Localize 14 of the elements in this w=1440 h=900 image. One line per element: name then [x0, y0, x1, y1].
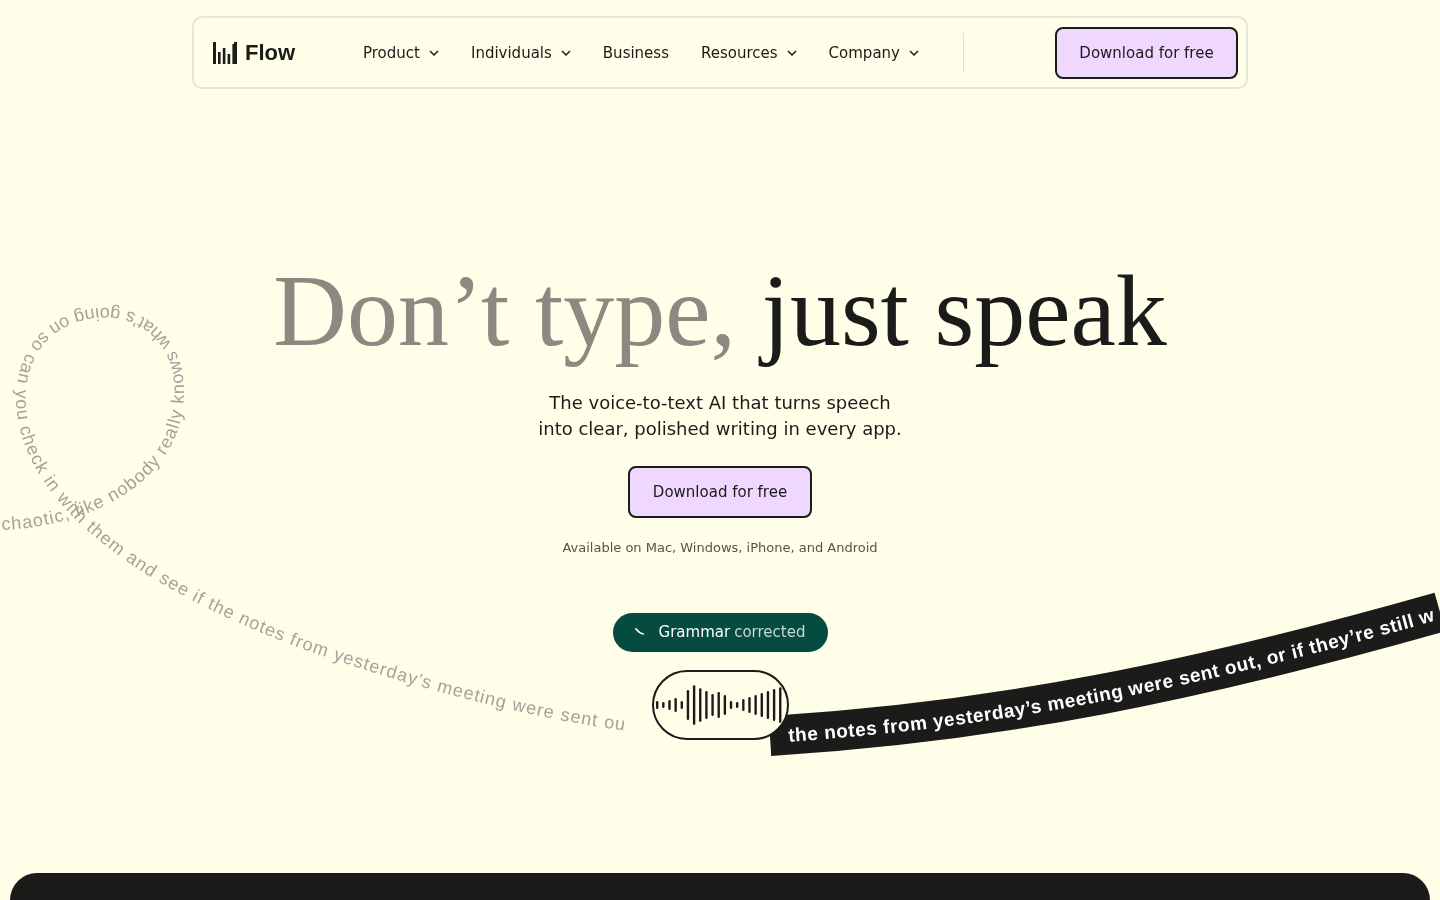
logo-text: Flow	[245, 39, 296, 66]
status-badge: Grammar corrected	[612, 612, 828, 652]
download-button[interactable]: Download for free	[1055, 26, 1238, 79]
nav-link[interactable]: Company	[828, 43, 919, 62]
logo-bars-icon	[213, 41, 237, 64]
nav-link[interactable]: Product	[363, 43, 439, 62]
spinner-icon	[634, 628, 645, 637]
download-button[interactable]: Download for free	[628, 465, 812, 518]
nav-link[interactable]: Business	[602, 43, 669, 62]
nav-link[interactable]: Resources	[701, 43, 797, 62]
hero-title: Don’t type, just speak	[272, 253, 1168, 369]
hero-subtitle: The voice-to-text AI that turns speech into clear, polished writing in every app.	[538, 390, 902, 441]
availability-text: Available on Mac, Windows, iPhone, and Android	[562, 539, 878, 555]
nav-link[interactable]: Individuals	[470, 43, 571, 62]
